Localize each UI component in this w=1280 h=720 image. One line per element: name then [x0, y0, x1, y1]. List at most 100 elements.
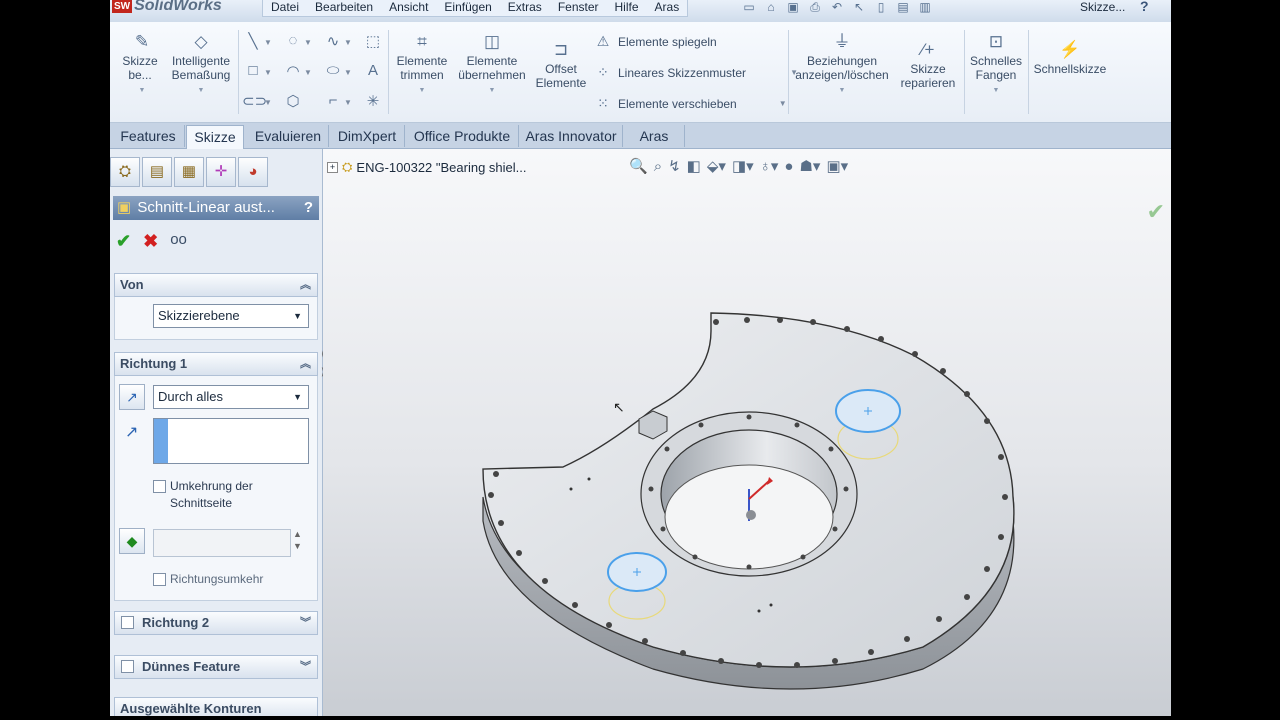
- chevron-down-icon[interactable]: ▼: [779, 99, 787, 108]
- direction-selection-box[interactable]: [153, 418, 309, 464]
- line-icon[interactable]: ╲: [242, 32, 264, 50]
- offset-entities-button[interactable]: ⊐ Offset Elemente: [532, 40, 590, 90]
- rectangle-icon[interactable]: □: [242, 62, 264, 79]
- tab-aras-innovator[interactable]: Aras Innovator: [520, 125, 623, 147]
- offset-label-1: Offset: [545, 62, 577, 76]
- property-manager-tab-icon[interactable]: ▤: [142, 157, 172, 187]
- move-label: Elemente verschieben: [618, 96, 737, 111]
- menu-bearbeiten[interactable]: Bearbeiten: [307, 0, 381, 16]
- preview-glasses-icon[interactable]: oo: [170, 231, 187, 252]
- section-selected-contours-label: Ausgewählte Konturen: [120, 701, 262, 716]
- chevron-down-icon[interactable]: ▼: [264, 68, 272, 77]
- menu-hilfe[interactable]: Hilfe: [607, 0, 647, 16]
- menu-datei[interactable]: Datei: [263, 0, 307, 16]
- chevron-down-icon: ▼: [293, 392, 302, 402]
- section-selected-contours-header[interactable]: Ausgewählte Konturen: [114, 697, 318, 716]
- chevron-down-icon[interactable]: ▼: [344, 38, 352, 47]
- graphics-viewport[interactable]: + ⛭ ENG-100322 "Bearing shiel... 🔍 ⌕ ↯ ◧…: [323, 149, 1171, 716]
- menu-einfuegen[interactable]: Einfügen: [436, 0, 499, 16]
- move-entities-button[interactable]: ⁙ Elemente verschieben ▼: [594, 95, 787, 112]
- chevron-down-icon[interactable]: ▼: [344, 98, 352, 107]
- file-properties-icon[interactable]: ▤: [894, 0, 912, 14]
- collapse-chevron-up-icon[interactable]: ︽: [300, 274, 311, 296]
- menu-fenster[interactable]: Fenster: [550, 0, 607, 16]
- tab-evaluieren[interactable]: Evaluieren: [248, 125, 329, 147]
- tab-dimxpert[interactable]: DimXpert: [330, 125, 405, 147]
- point-icon[interactable]: ✳: [362, 92, 384, 110]
- von-select[interactable]: Skizzierebene ▼: [153, 304, 309, 328]
- construction-grid-icon[interactable]: ⬚: [362, 32, 384, 50]
- undo-icon[interactable]: ↶: [828, 0, 846, 14]
- select-cursor-icon[interactable]: ↖: [850, 0, 868, 14]
- help-icon[interactable]: ?: [304, 196, 313, 220]
- section-richtung1-header[interactable]: Richtung 1 ︽: [114, 352, 318, 376]
- divider: [238, 30, 239, 114]
- appearance-tab-icon[interactable]: ◕: [238, 157, 268, 187]
- sketch-button[interactable]: ✎ Skizze be... ▼: [120, 32, 164, 98]
- repair-sketch-button[interactable]: ⁄+ Skizze reparieren: [894, 40, 962, 90]
- display-relations-button[interactable]: ⏚ Beziehungen anzeigen/löschen ▼: [792, 32, 892, 98]
- spin-up-down-icon[interactable]: ▲ ▼: [293, 528, 302, 552]
- smart-dimension-button[interactable]: ◇ Intelligente Bemaßung ▼: [168, 32, 234, 98]
- print-icon[interactable]: ⎙: [806, 0, 824, 14]
- richtung2-checkbox[interactable]: [121, 616, 134, 629]
- collapse-chevron-up-icon[interactable]: ︽: [300, 353, 311, 375]
- chevron-down-icon[interactable]: ▼: [304, 38, 312, 47]
- help-button[interactable]: ?: [1140, 0, 1149, 14]
- reverse-direction-icon[interactable]: ↗: [119, 384, 145, 410]
- tab-features[interactable]: Features: [112, 125, 185, 147]
- quick-snaps-button[interactable]: ⊡ Schnelles Fangen ▼: [966, 32, 1026, 98]
- chevron-down-icon[interactable]: ▼: [304, 68, 312, 77]
- divider: [388, 30, 389, 114]
- end-condition-select[interactable]: Durch alles ▼: [153, 385, 309, 409]
- snap-label-1: Schnelles: [969, 54, 1023, 68]
- open-folder-icon[interactable]: ⌂: [762, 0, 780, 14]
- relations-label-1: Beziehungen: [806, 54, 878, 68]
- selection-box-highlight: [154, 419, 168, 463]
- draft-outward-label: Richtungsumkehr: [170, 572, 264, 586]
- cancel-x-icon[interactable]: ✖: [143, 231, 158, 252]
- tab-aras[interactable]: Aras: [624, 125, 685, 147]
- section-von-body: Skizzierebene ▼: [114, 297, 318, 340]
- menu-aras[interactable]: Aras: [647, 0, 688, 16]
- section-richtung2-header[interactable]: Richtung 2 ︾: [114, 611, 318, 635]
- configuration-manager-tab-icon[interactable]: ▦: [174, 157, 204, 187]
- menu-extras[interactable]: Extras: [500, 0, 550, 16]
- trim-entities-button[interactable]: ⌗ Elemente trimmen ▼: [392, 32, 452, 98]
- chevron-down-icon[interactable]: ▼: [264, 98, 272, 107]
- options-icon[interactable]: ▥: [916, 0, 934, 14]
- tab-skizze[interactable]: Skizze: [186, 125, 244, 149]
- save-icon[interactable]: ▣: [784, 0, 802, 14]
- polygon-icon[interactable]: ⬡: [282, 92, 304, 110]
- convert-entities-button[interactable]: ◫ Elemente übernehmen ▼: [454, 32, 530, 98]
- section-thin-feature-header[interactable]: Dünnes Feature ︾: [114, 655, 318, 679]
- draft-angle-input[interactable]: [153, 529, 291, 557]
- arc-icon[interactable]: ◠: [282, 62, 304, 80]
- section-von-header[interactable]: Von ︽: [114, 273, 318, 297]
- dimxpert-tab-icon[interactable]: ✛: [206, 157, 236, 187]
- circle-icon[interactable]: ◌: [282, 32, 304, 49]
- mirror-icon: ⚠: [596, 33, 610, 49]
- spline-icon[interactable]: ∿: [322, 32, 344, 50]
- draft-on-off-icon[interactable]: ◆: [119, 528, 145, 554]
- slot-icon[interactable]: ⊂⊃: [242, 92, 267, 110]
- linear-pattern-button[interactable]: ⁘ Lineares Skizzenmuster ▼: [594, 64, 798, 81]
- chevron-down-icon[interactable]: ▼: [344, 68, 352, 77]
- mirror-entities-button[interactable]: ⚠ Elemente spiegeln: [594, 33, 717, 50]
- rebuild-icon[interactable]: ▯: [872, 0, 890, 14]
- expand-chevron-down-icon[interactable]: ︾: [300, 612, 311, 634]
- fillet-icon[interactable]: ⌐: [322, 92, 344, 109]
- text-icon[interactable]: A: [362, 62, 384, 79]
- chevron-down-icon[interactable]: ▼: [264, 38, 272, 47]
- new-document-icon[interactable]: ▭: [740, 0, 758, 14]
- solidworks-window: SW SolidWorks Datei Bearbeiten Ansicht E…: [110, 0, 1171, 716]
- ok-check-icon[interactable]: ✔: [116, 231, 131, 252]
- chevron-down-icon: ▼: [418, 87, 426, 94]
- menu-ansicht[interactable]: Ansicht: [381, 0, 436, 16]
- expand-chevron-down-icon[interactable]: ︾: [300, 656, 311, 678]
- feature-tree-tab-icon[interactable]: ⛭: [110, 157, 140, 187]
- tab-office-produkte[interactable]: Office Produkte: [406, 125, 519, 147]
- ellipse-icon[interactable]: ⬭: [322, 62, 344, 79]
- rapid-sketch-button[interactable]: ⚡ Schnellskizze: [1032, 40, 1108, 76]
- thin-feature-checkbox[interactable]: [121, 660, 134, 673]
